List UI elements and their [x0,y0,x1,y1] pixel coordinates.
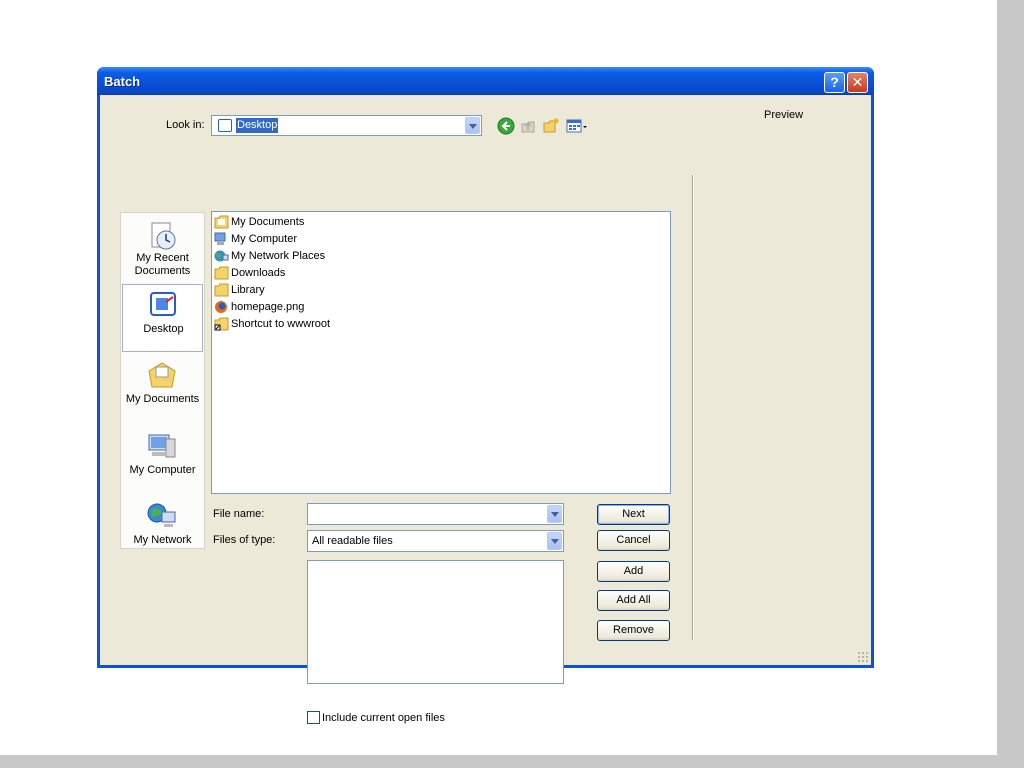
resize-grip[interactable] [857,651,869,663]
views-menu-icon[interactable] [566,117,590,135]
chevron-down-icon[interactable] [547,532,562,550]
place-label: My Documents [125,393,200,405]
include-open-files-label[interactable]: Include current open files [322,712,445,724]
look-in-value: Desktop [236,118,279,133]
close-button[interactable]: ✕ [847,72,868,93]
look-in-label: Look in: [166,119,205,131]
place-my-computer[interactable]: My Computer [122,426,203,494]
my-network-icon [147,503,176,527]
folder-icon [214,266,229,280]
batch-file-listbox[interactable] [307,560,564,684]
desktop-background-strip [997,0,1024,768]
desktop-background-strip [0,755,1024,768]
dialog-client-area: Look in: Desktop My Recent Documents Des… [100,95,871,724]
look-in-select[interactable]: Desktop [211,115,482,136]
place-label: My Recent Documents [134,252,191,277]
file-name: Shortcut to wwwroot [231,318,331,330]
shortcut-folder-icon [214,317,229,331]
file-list[interactable]: My Documents My Computer My Network Plac… [211,211,671,494]
new-folder-icon[interactable] [542,117,560,135]
file-name: Library [231,284,265,296]
title-bar[interactable]: Batch ? ✕ [97,67,874,95]
file-name-field[interactable] [307,503,564,525]
help-button[interactable]: ? [824,72,845,93]
file-name: Downloads [231,267,286,279]
computer-icon [214,232,226,245]
remove-button[interactable]: Remove [597,620,670,641]
question-mark-icon: ? [830,74,839,90]
files-of-type-label: Files of type: [213,534,276,546]
documents-folder-icon [214,215,229,229]
firefox-file-icon [215,301,227,313]
close-icon: ✕ [851,74,864,90]
place-recent-documents[interactable]: My Recent Documents [122,216,203,284]
network-icon [214,250,229,262]
recent-documents-icon [151,222,176,250]
my-documents-icon [148,362,176,388]
files-of-type-value: All readable files [312,535,393,547]
chevron-down-icon[interactable] [547,505,562,523]
include-open-files-checkbox[interactable] [307,711,320,724]
files-of-type-select[interactable]: All readable files [307,530,564,552]
desktop-icon [150,292,176,316]
place-my-network[interactable]: My Network [122,496,203,564]
preview-label: Preview [764,109,804,121]
chevron-down-icon[interactable] [465,117,480,134]
place-desktop[interactable]: Desktop [122,284,203,352]
place-my-documents[interactable]: My Documents [122,355,203,423]
cancel-button[interactable]: Cancel [597,530,670,551]
back-icon[interactable] [497,117,515,135]
place-label: My Network [133,534,192,546]
batch-dialog: Batch ? ✕ Look in: Desktop My Recent Doc… [97,67,874,724]
file-name: homepage.png [231,301,305,313]
add-button[interactable]: Add [597,561,670,582]
places-bar: My Recent Documents Desktop My Documents [120,212,205,549]
file-name: My Computer [231,233,298,245]
place-label: My Computer [129,464,196,476]
file-name: My Documents [231,216,305,228]
up-folder-icon[interactable] [519,117,537,135]
my-computer-icon [148,434,176,458]
place-label: Desktop [143,323,184,335]
add-all-button[interactable]: Add All [597,590,670,611]
window-title: Batch [104,74,141,89]
next-button[interactable]: Next [597,504,670,525]
folder-icon [214,283,229,297]
file-name-label: File name: [213,508,265,520]
desktop-icon [218,119,232,132]
file-name: My Network Places [231,250,326,262]
preview-divider [692,175,694,640]
